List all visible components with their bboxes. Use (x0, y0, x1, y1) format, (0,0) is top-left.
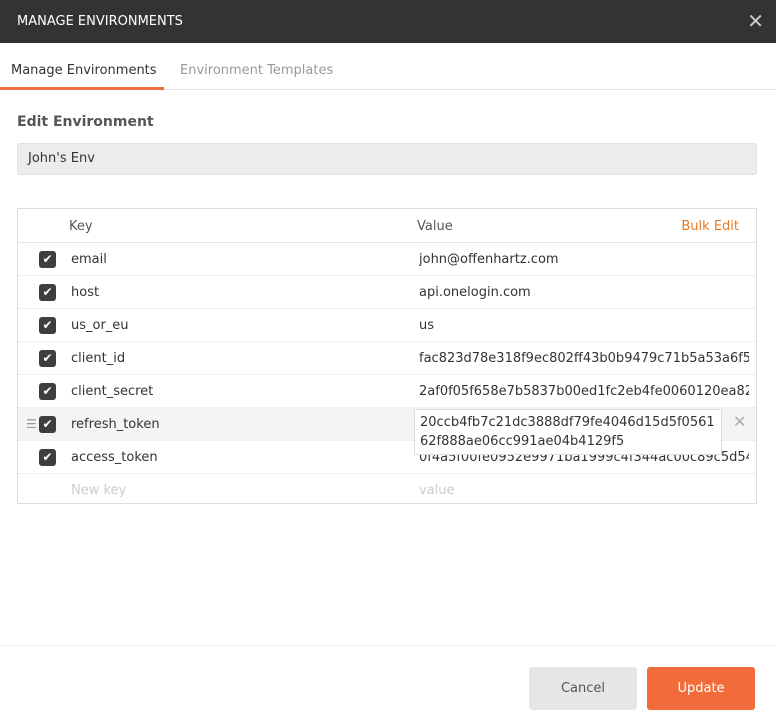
section-title: Edit Environment (17, 114, 154, 130)
footer-divider (0, 645, 776, 646)
table-row: ✔ email john@offenhartz.com (18, 243, 756, 276)
value-cell[interactable]: us (419, 318, 749, 333)
dialog-title: MANAGE ENVIRONMENTS (17, 14, 183, 29)
value-cell[interactable]: 2af0f05f658e7b5837b00ed1fc2eb4fe0060120e… (419, 384, 749, 399)
key-cell[interactable]: host (71, 285, 99, 300)
bulk-edit-link[interactable]: Bulk Edit (681, 219, 739, 234)
checkbox[interactable]: ✔ (39, 350, 56, 367)
table-header: Key Value Bulk Edit (18, 209, 756, 243)
key-cell[interactable]: email (71, 252, 107, 267)
update-button[interactable]: Update (647, 667, 755, 710)
value-cell[interactable]: fac823d78e318f9ec802ff43b0b9479c71b5a53a… (419, 351, 749, 366)
checkbox[interactable]: ✔ (39, 449, 56, 466)
value-header: Value (417, 219, 453, 234)
new-row: New key value (18, 474, 756, 507)
key-cell[interactable]: refresh_token (71, 417, 160, 432)
key-cell[interactable]: access_token (71, 450, 158, 465)
checkbox[interactable]: ✔ (39, 383, 56, 400)
delete-row-icon[interactable]: ✕ (733, 412, 746, 431)
checkbox[interactable]: ✔ (39, 416, 56, 433)
tab-environment-templates[interactable]: Environment Templates (180, 43, 333, 90)
cancel-button[interactable]: Cancel (529, 667, 637, 710)
table-row: ✔ client_id fac823d78e318f9ec802ff43b0b9… (18, 342, 756, 375)
close-icon[interactable]: ✕ (747, 9, 764, 33)
dialog-titlebar: MANAGE ENVIRONMENTS ✕ (0, 0, 776, 43)
new-value-input[interactable]: value (419, 483, 749, 498)
tab-manage-environments[interactable]: Manage Environments (0, 43, 164, 90)
drag-handle-icon[interactable]: ☰ (26, 417, 37, 431)
key-cell[interactable]: client_id (71, 351, 125, 366)
checkbox[interactable]: ✔ (39, 251, 56, 268)
value-cell[interactable]: john@offenhartz.com (419, 252, 749, 267)
table-row: ✔ host api.onelogin.com (18, 276, 756, 309)
value-expanded-editor[interactable]: 20ccb4fb7c21dc3888df79fe4046d15d5f056162… (414, 409, 722, 455)
key-cell[interactable]: us_or_eu (71, 318, 129, 333)
checkbox[interactable]: ✔ (39, 317, 56, 334)
environment-name-input[interactable]: John's Env (17, 143, 757, 175)
variables-table: Key Value Bulk Edit ✔ email john@offenha… (17, 208, 757, 504)
key-header: Key (69, 219, 93, 234)
table-row: ✔ client_secret 2af0f05f658e7b5837b00ed1… (18, 375, 756, 408)
key-cell[interactable]: client_secret (71, 384, 153, 399)
value-cell[interactable]: api.onelogin.com (419, 285, 749, 300)
checkbox[interactable]: ✔ (39, 284, 56, 301)
table-row: ✔ us_or_eu us (18, 309, 756, 342)
new-key-input[interactable]: New key (71, 483, 126, 498)
tab-bar: Manage Environments Environment Template… (0, 43, 776, 90)
